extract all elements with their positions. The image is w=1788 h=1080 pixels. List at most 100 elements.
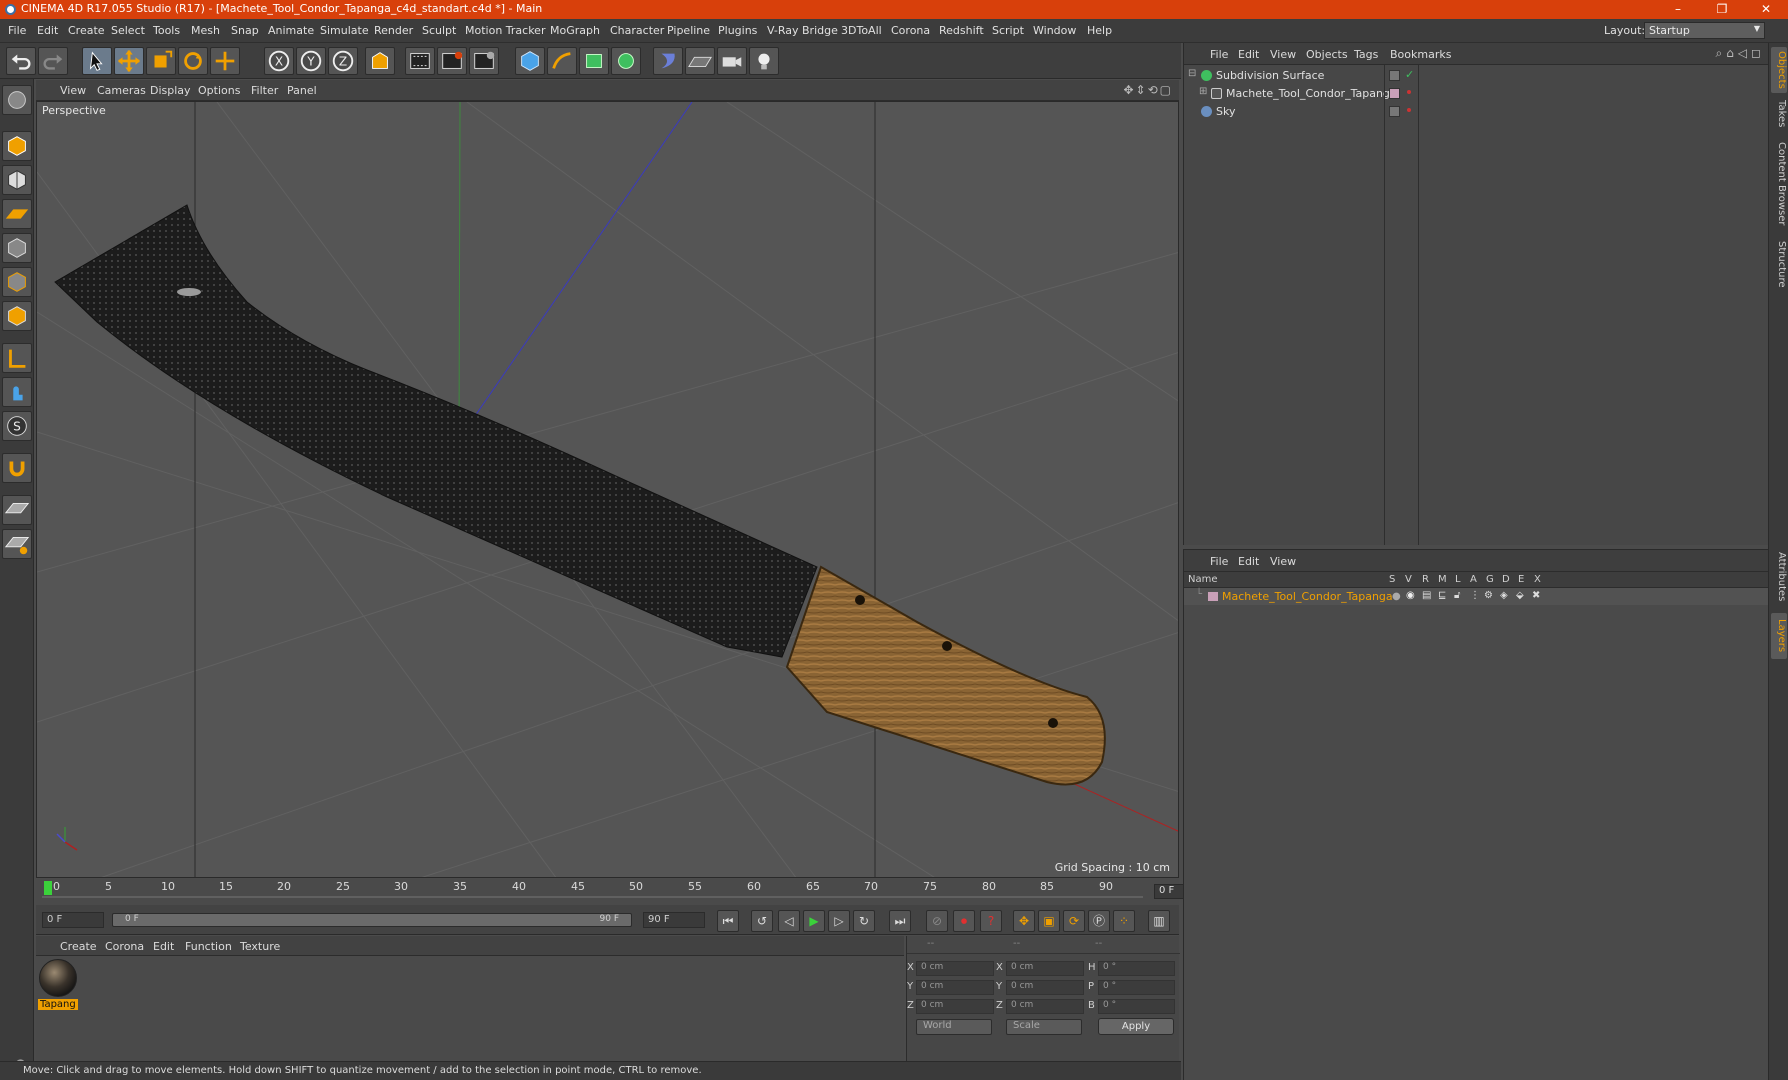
subdivision-surface-icon[interactable] [579, 47, 609, 75]
live-selection-icon[interactable] [82, 47, 112, 75]
layer-color-swatch[interactable] [1208, 592, 1218, 601]
current-frame-field[interactable]: 0 F [42, 912, 104, 928]
expand-icon[interactable]: ⊞ [1199, 86, 1207, 97]
timeline-ruler[interactable]: 0 5 10 15 20 25 30 35 40 45 50 55 60 65 … [36, 879, 1214, 905]
menu-script[interactable]: Script [992, 24, 1024, 37]
tab-structure[interactable]: Structure [1771, 235, 1787, 293]
scale-tool-icon[interactable] [146, 47, 176, 75]
layer-view-icon[interactable]: ◉ [1406, 590, 1415, 601]
key-rotation-icon[interactable]: ⟳ [1063, 910, 1085, 932]
material-menu-texture[interactable]: Texture [240, 940, 280, 953]
object-menu-view[interactable]: View [1270, 48, 1296, 61]
next-frame-icon[interactable]: ▷ [828, 910, 850, 932]
solo-mode-icon[interactable]: S [2, 411, 32, 441]
viewport-menu-filter[interactable]: Filter [251, 84, 278, 97]
edges-mode-icon[interactable] [2, 267, 32, 297]
menu-render[interactable]: Render [374, 24, 413, 37]
light-object-icon[interactable] [749, 47, 779, 75]
coord-pos-y-field[interactable]: 0 cm [916, 980, 994, 995]
menu-help[interactable]: Help [1087, 24, 1112, 37]
menu-animate[interactable]: Animate [268, 24, 314, 37]
layer-menu-view[interactable]: View [1270, 555, 1296, 568]
tab-takes[interactable]: Takes [1771, 95, 1787, 133]
undo-button[interactable] [6, 47, 36, 75]
layer-animation-icon[interactable]: ⋮ [1470, 590, 1480, 601]
viewport-menu-cameras[interactable]: Cameras [97, 84, 146, 97]
editor-visibility-dot[interactable] [1407, 90, 1411, 94]
key-point-level-icon[interactable]: ⁘ [1113, 910, 1135, 932]
menu-file[interactable]: File [8, 24, 26, 37]
restore-button[interactable]: ❐ [1700, 0, 1744, 19]
layer-col-expressions[interactable]: E [1518, 574, 1524, 585]
coord-rot-b-field[interactable]: 0 ° [1098, 999, 1175, 1014]
autokey-icon[interactable]: ⏺ [953, 910, 975, 932]
floor-object-icon[interactable] [685, 47, 715, 75]
material-menu-edit[interactable]: Edit [153, 940, 174, 953]
layer-generators-icon[interactable]: ⚙ [1484, 590, 1493, 601]
material-menu-create[interactable]: Create [60, 940, 97, 953]
layer-name[interactable]: Machete_Tool_Condor_Tapanga [1222, 590, 1393, 603]
pen-spline-icon[interactable] [547, 47, 577, 75]
menu-corona[interactable]: Corona [891, 24, 930, 37]
coordinate-system-icon[interactable] [365, 47, 395, 75]
render-view-icon[interactable] [405, 47, 435, 75]
object-menu-edit[interactable]: Edit [1238, 48, 1259, 61]
layer-col-xref[interactable]: X [1534, 574, 1541, 585]
visibility-toggle[interactable] [1389, 70, 1400, 81]
material-menu-function[interactable]: Function [185, 940, 232, 953]
workplane-mode-icon[interactable] [2, 199, 32, 229]
tweak-mode-icon[interactable] [2, 377, 32, 407]
coordinate-space-dropdown[interactable]: World [916, 1019, 992, 1035]
snapping-icon[interactable] [2, 453, 32, 483]
layer-col-animation[interactable]: A [1470, 574, 1477, 585]
layer-row[interactable]: └ Machete_Tool_Condor_Tapanga ● ◉ ▤ ⊑ 🔓︎… [1184, 588, 1769, 605]
planar-workplane-icon[interactable] [2, 529, 32, 559]
editor-visibility-dot[interactable] [1407, 108, 1411, 112]
menu-vray-bridge[interactable]: V-Ray Bridge [767, 24, 838, 37]
viewport-menu-view[interactable]: View [60, 84, 86, 97]
collapse-icon[interactable]: ⊟ [1188, 68, 1196, 79]
material-menu-corona[interactable]: Corona [105, 940, 144, 953]
menu-mograph[interactable]: MoGraph [550, 24, 600, 37]
move-tool-icon[interactable] [114, 47, 144, 75]
x-axis-lock-icon[interactable]: X [264, 47, 294, 75]
menu-motion-tracker[interactable]: Motion Tracker [465, 24, 545, 37]
visibility-toggle[interactable] [1389, 106, 1400, 117]
cube-object-icon[interactable] [515, 47, 545, 75]
y-axis-lock-icon[interactable]: Y [296, 47, 326, 75]
menu-3dtoall[interactable]: 3DToAll [841, 24, 882, 37]
keyframe-selection-icon[interactable]: ? [980, 910, 1002, 932]
timeline-window-icon[interactable]: ▥ [1148, 910, 1170, 932]
coord-rot-p-field[interactable]: 0 ° [1098, 980, 1175, 995]
frame-range-slider[interactable]: 0 F 90 F [112, 913, 632, 927]
layer-lock-icon[interactable]: 🔓︎ [1454, 590, 1460, 601]
go-to-start-icon[interactable]: ⏮ [717, 910, 739, 932]
object-menu-objects[interactable]: Objects [1306, 48, 1348, 61]
layer-manager-icon[interactable]: ⊑ [1438, 590, 1446, 601]
object-menu-file[interactable]: File [1210, 48, 1228, 61]
redo-button[interactable] [38, 47, 68, 75]
transform-tool-icon[interactable] [210, 47, 240, 75]
record-keys-icon[interactable]: ⊘ [926, 910, 948, 932]
menu-redshift[interactable]: Redshift [939, 24, 984, 37]
render-settings-icon[interactable] [469, 47, 499, 75]
layer-col-deformers[interactable]: D [1502, 574, 1510, 585]
deformer-icon[interactable] [653, 47, 683, 75]
menu-simulate[interactable]: Simulate [320, 24, 369, 37]
material-preview-swatch[interactable] [39, 959, 77, 997]
tab-layers[interactable]: Layers [1771, 613, 1787, 659]
layer-col-solo[interactable]: S [1389, 574, 1395, 585]
object-row-sky[interactable]: Sky [1184, 103, 1769, 121]
viewport-menu-options[interactable]: Options [198, 84, 240, 97]
layer-col-name[interactable]: Name [1188, 574, 1218, 585]
menu-mesh[interactable]: Mesh [191, 24, 220, 37]
layer-xref-icon[interactable]: ✖ [1532, 590, 1540, 601]
menu-plugins[interactable]: Plugins [718, 24, 757, 37]
layer-col-locked[interactable]: L [1455, 574, 1461, 585]
layer-render-icon[interactable]: ▤ [1422, 590, 1431, 601]
go-to-end-icon[interactable]: ⏭ [889, 910, 911, 932]
make-editable-icon[interactable] [2, 85, 32, 115]
coord-pos-z-field[interactable]: 0 cm [916, 999, 994, 1014]
viewport-menu-display[interactable]: Display [150, 84, 191, 97]
viewport-navigation-icons[interactable]: ✥⇕⟲▢ [1123, 83, 1173, 97]
